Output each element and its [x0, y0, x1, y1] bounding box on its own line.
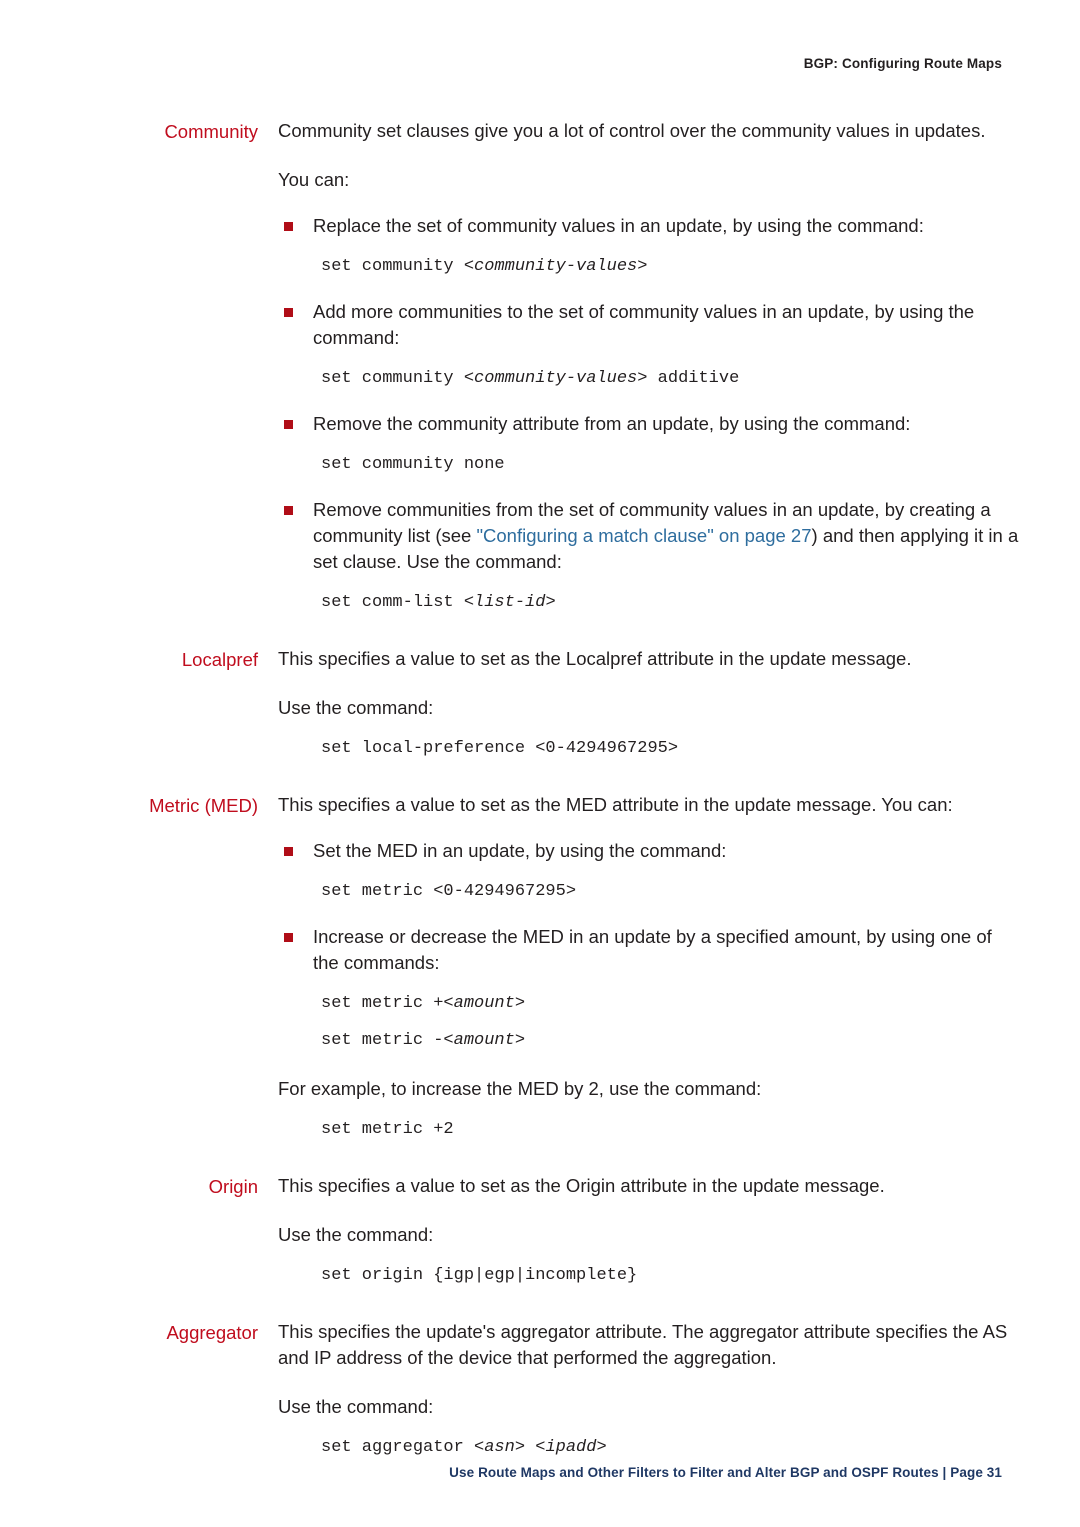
square-bullet-icon: [284, 506, 293, 515]
square-bullet-icon: [284, 420, 293, 429]
code-block: set metric +<amount>: [321, 992, 1022, 1016]
section-aggregator: Aggregator This specifies the update's a…: [0, 1319, 1080, 1460]
bullet-text: Increase or decrease the MED in an updat…: [313, 926, 992, 973]
section-body-localpref: This specifies a value to set as the Loc…: [258, 646, 1080, 761]
community-bullet-list: Replace the set of community values in a…: [278, 213, 1022, 615]
code-text-mid: [525, 1438, 535, 1457]
code-placeholder: <list-id>: [463, 593, 556, 612]
page-content: Community Community set clauses give you…: [0, 118, 1080, 1460]
section-body-metric-med: This specifies a value to set as the MED…: [258, 792, 1080, 1142]
section-localpref: Localpref This specifies a value to set …: [0, 646, 1080, 761]
community-lead-in: You can:: [278, 169, 350, 190]
code-block: set community <community-values> additiv…: [321, 367, 1022, 391]
localpref-intro-paragraph: This specifies a value to set as the Loc…: [278, 648, 912, 669]
code-placeholder: <amount>: [443, 994, 526, 1013]
list-item: Increase or decrease the MED in an updat…: [278, 924, 1022, 976]
section-label-community: Community: [164, 121, 258, 142]
section-body-community: Community set clauses give you a lot of …: [258, 118, 1080, 615]
code-block: set metric +2: [321, 1120, 454, 1139]
code-block: set metric <0-4294967295>: [321, 882, 577, 901]
metric-intro-paragraph: This specifies a value to set as the MED…: [278, 794, 953, 815]
code-placeholder: <amount>: [443, 1031, 526, 1050]
community-intro-paragraph: Community set clauses give you a lot of …: [278, 120, 986, 141]
code-block: set local-preference <0-4294967295>: [321, 739, 679, 758]
code-text: set community none: [321, 455, 505, 474]
square-bullet-icon: [284, 222, 293, 231]
bullet-text: Set the MED in an update, by using the c…: [313, 840, 727, 861]
running-header: BGP: Configuring Route Maps: [803, 56, 1002, 71]
bullet-text: Remove the community attribute from an u…: [313, 413, 911, 434]
metric-example-line: For example, to increase the MED by 2, u…: [278, 1078, 762, 1099]
page-footer: Use Route Maps and Other Filters to Filt…: [449, 1465, 1002, 1480]
bullet-text: Replace the set of community values in a…: [313, 215, 924, 236]
code-text: set metric +: [321, 994, 444, 1013]
code-block: set origin {igp|egp|incomplete}: [321, 1266, 638, 1285]
code-block: set community none: [321, 453, 1022, 477]
aggregator-use-line: Use the command:: [278, 1396, 434, 1417]
list-item: Remove communities from the set of commu…: [278, 497, 1022, 575]
aggregator-intro-paragraph: This specifies the update's aggregator a…: [278, 1321, 1008, 1368]
list-item: Replace the set of community values in a…: [278, 213, 1022, 239]
origin-intro-paragraph: This specifies a value to set as the Ori…: [278, 1175, 885, 1196]
section-body-origin: This specifies a value to set as the Ori…: [258, 1173, 1080, 1288]
metric-bullet-list: Set the MED in an update, by using the c…: [278, 838, 1022, 1053]
code-text: set community: [321, 257, 464, 276]
code-placeholder: <community-values>: [463, 257, 648, 276]
code-text: set comm-list: [321, 593, 464, 612]
section-label-origin: Origin: [208, 1176, 258, 1197]
square-bullet-icon: [284, 847, 293, 856]
section-community: Community Community set clauses give you…: [0, 118, 1080, 615]
code-placeholder-ipadd: <ipadd>: [535, 1438, 607, 1457]
localpref-use-line: Use the command:: [278, 697, 434, 718]
origin-use-line: Use the command:: [278, 1224, 434, 1245]
list-item: Add more communities to the set of commu…: [278, 299, 1022, 351]
section-label-metric-med: Metric (MED): [149, 795, 258, 816]
code-text: set aggregator: [321, 1438, 475, 1457]
code-text: set metric -: [321, 1031, 444, 1050]
code-text-suffix: additive: [647, 369, 740, 388]
code-block: set aggregator <asn> <ipadd>: [321, 1436, 1022, 1460]
bullet-text: Add more communities to the set of commu…: [313, 301, 975, 348]
square-bullet-icon: [284, 308, 293, 317]
section-label-aggregator: Aggregator: [166, 1322, 258, 1343]
cross-reference-link[interactable]: "Configuring a match clause" on page 27: [476, 525, 811, 546]
list-item: Remove the community attribute from an u…: [278, 411, 1022, 437]
section-metric-med: Metric (MED) This specifies a value to s…: [0, 792, 1080, 1142]
section-label-localpref: Localpref: [181, 649, 258, 670]
section-body-aggregator: This specifies the update's aggregator a…: [258, 1319, 1080, 1460]
code-placeholder-asn: <asn>: [474, 1438, 526, 1457]
code-text: set community: [321, 369, 464, 388]
code-block: set comm-list <list-id>: [321, 591, 1022, 615]
section-origin: Origin This specifies a value to set as …: [0, 1173, 1080, 1288]
code-placeholder: <community-values>: [463, 369, 648, 388]
document-page: BGP: Configuring Route Maps Community Co…: [0, 0, 1080, 1527]
code-block: set metric -<amount>: [321, 1029, 1022, 1053]
code-block: set community <community-values>: [321, 255, 1022, 279]
square-bullet-icon: [284, 933, 293, 942]
list-item: Set the MED in an update, by using the c…: [278, 838, 1022, 864]
